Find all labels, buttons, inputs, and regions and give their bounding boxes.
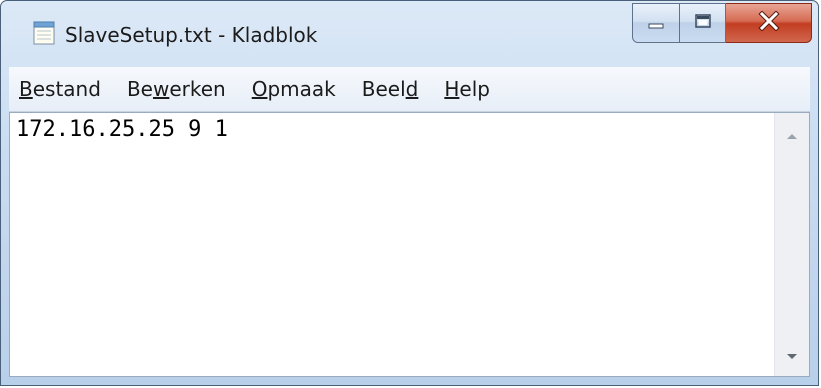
- minimize-button[interactable]: [632, 3, 680, 43]
- minimize-icon: [647, 14, 665, 33]
- scroll-down-button[interactable]: [775, 340, 809, 370]
- window-title: SlaveSetup.txt - Kladblok: [65, 23, 318, 47]
- menu-bar: Bestand Bewerken Opmaak Beeld Help: [9, 67, 810, 112]
- scroll-down-arrow-icon: [786, 346, 798, 365]
- scroll-up-arrow-icon: [786, 125, 798, 144]
- menu-help[interactable]: Help: [431, 77, 503, 101]
- text-content[interactable]: 172.16.25.25 9 1: [10, 113, 775, 376]
- vertical-scrollbar[interactable]: [774, 113, 809, 376]
- close-icon: [757, 10, 781, 35]
- notepad-window: SlaveSetup.txt - Kladblok Bestand Bewerk…: [0, 0, 819, 386]
- caption-buttons: [632, 3, 812, 43]
- menu-beeld[interactable]: Beeld: [349, 77, 432, 101]
- text-editor: 172.16.25.25 9 1: [9, 112, 810, 377]
- title-bar[interactable]: SlaveSetup.txt - Kladblok: [1, 1, 818, 63]
- menu-opmaak[interactable]: Opmaak: [239, 77, 349, 101]
- maximize-icon: [694, 13, 712, 33]
- scroll-up-button[interactable]: [775, 119, 809, 149]
- menu-bestand[interactable]: Bestand: [9, 77, 114, 101]
- notepad-icon[interactable]: [33, 21, 55, 45]
- maximize-button[interactable]: [680, 3, 726, 43]
- close-button[interactable]: [726, 3, 812, 43]
- menu-bewerken[interactable]: Bewerken: [114, 77, 239, 101]
